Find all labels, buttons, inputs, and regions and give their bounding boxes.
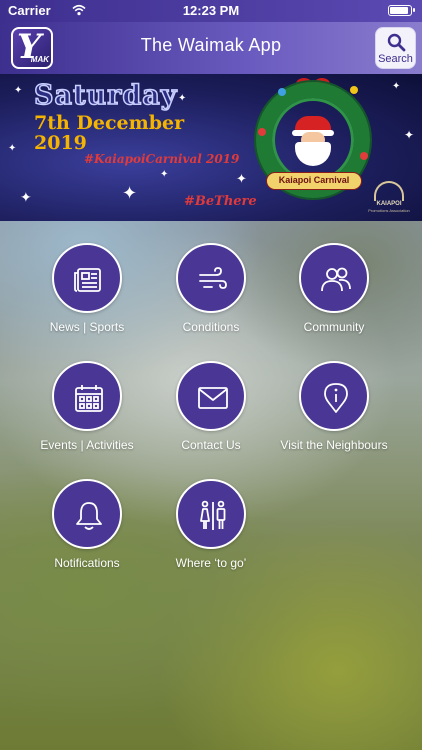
newspaper-icon [74,268,101,292]
star-icon: ✦ [122,183,138,203]
menu-item-community[interactable]: Community [264,243,404,353]
banner-day: Saturday [33,79,178,112]
status-bar: Carrier 12:23 PM [0,0,422,22]
envelope-icon [198,387,228,409]
page-title: The Waimak App [140,35,282,55]
banner-year: 2019 [34,132,87,154]
star-icon: ✦ [20,189,32,205]
banner-hashtag: #KaiapoiCarnival 2019 [84,152,240,166]
wind-icon [199,267,227,289]
menu-item-visit-neighbours[interactable]: Visit the Neighbours [264,361,404,471]
menu-item-news-sports[interactable]: News | Sports [17,243,157,353]
star-icon: ✦ [14,85,23,96]
kaiapoi-promotions-logo: KAIAPOI Promotions Association [366,181,412,213]
wreath-label: Kaiapoi Carnival [266,172,362,190]
logo-sub: MAK [30,55,49,64]
search-button[interactable]: Search [375,27,416,69]
star-icon: ✦ [8,143,17,154]
calendar-icon [75,385,103,412]
clock: 12:23 PM [182,3,240,18]
bell-icon [76,502,102,530]
battery-icon [388,5,415,16]
menu-item-label: Where ‘to go’ [175,556,247,570]
event-banner[interactable]: ✦ ✦ ✦ ✦ ✦ ✦ ✦ ✦ ✦ Saturday 7th December … [0,74,422,221]
menu-item-contact-us[interactable]: Contact Us [141,361,281,471]
home-menu: News | Sports Conditions Community Event… [0,221,422,750]
restroom-icon [200,500,226,530]
santa-illustration [289,116,337,168]
star-icon: ✦ [392,81,401,92]
menu-item-where-to-go[interactable]: Where ‘to go’ [141,479,281,589]
menu-item-label: Community [303,320,365,334]
info-pin-icon [324,383,348,413]
search-icon [387,33,406,52]
search-button-label: Search [378,53,413,65]
menu-item-conditions[interactable]: Conditions [141,243,281,353]
menu-item-label: Visit the Neighbours [280,438,388,452]
people-icon [321,267,351,292]
menu-item-notifications[interactable]: Notifications [17,479,157,589]
menu-item-events-activities[interactable]: Events | Activities [17,361,157,471]
star-icon: ✦ [160,169,169,180]
star-icon: ✦ [178,93,187,104]
star-icon: ✦ [404,128,415,142]
banner-date: 7th December [34,112,185,134]
nav-bar: Y MAK The Waimak App Search [0,22,422,74]
star-icon: ✦ [236,171,247,186]
banner-hashtag-bethere: #BeThere [184,194,257,209]
